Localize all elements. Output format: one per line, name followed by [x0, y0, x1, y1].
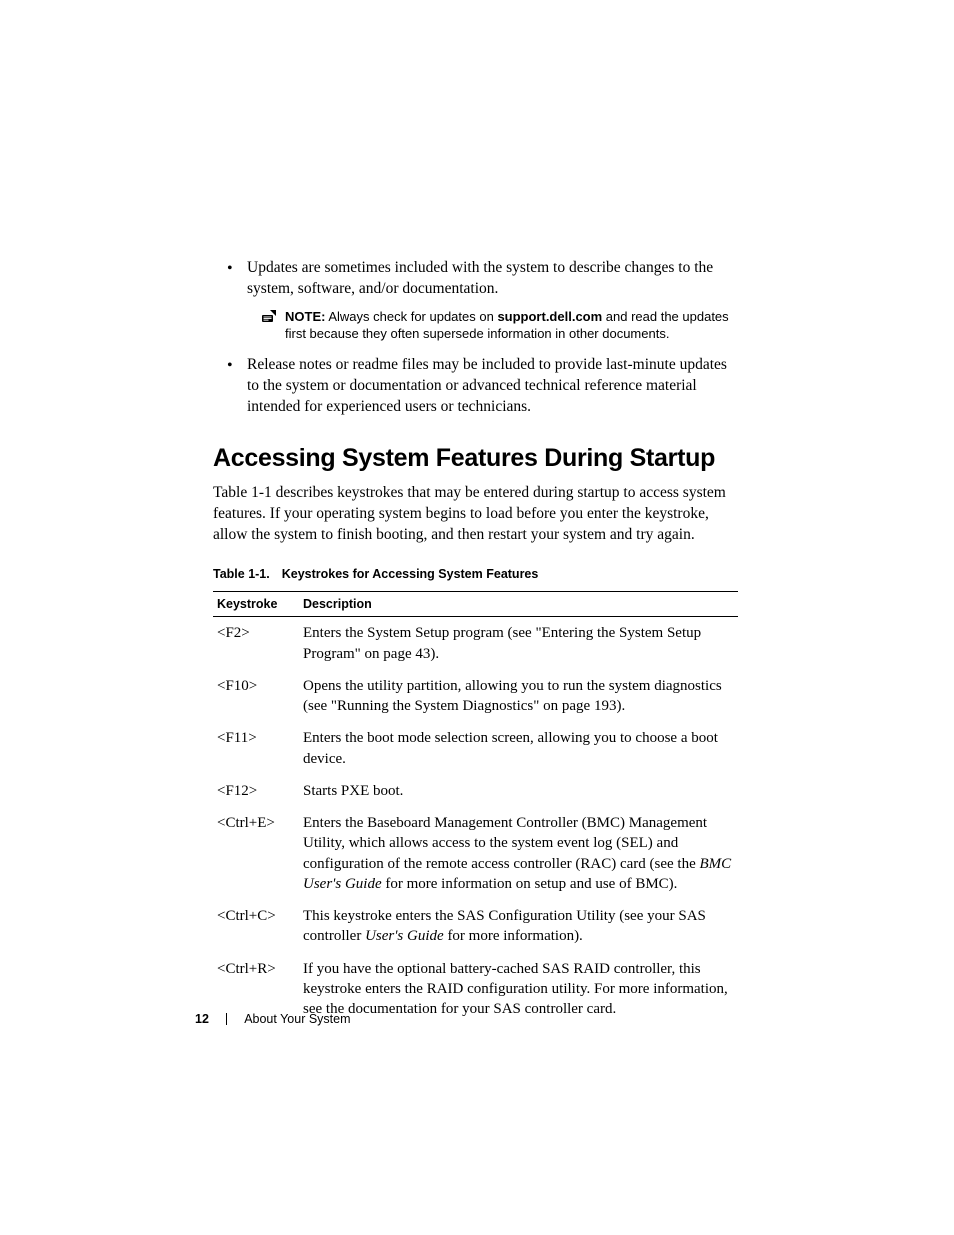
cell-keystroke: <F11>	[213, 722, 299, 775]
bullet-text: Release notes or readme files may be inc…	[247, 356, 727, 415]
table-header-row: Keystroke Description	[213, 592, 738, 617]
cell-description: Starts PXE boot.	[299, 775, 738, 807]
cell-keystroke: <F12>	[213, 775, 299, 807]
note-icon	[261, 308, 285, 343]
cell-keystroke: <Ctrl+E>	[213, 807, 299, 900]
table-row: <F2> Enters the System Setup program (se…	[213, 617, 738, 670]
note-pre: Always check for updates on	[325, 309, 497, 324]
cell-description: Opens the utility partition, allowing yo…	[299, 670, 738, 723]
cell-description: Enters the boot mode selection screen, a…	[299, 722, 738, 775]
cell-keystroke: <F2>	[213, 617, 299, 670]
note-text: NOTE: Always check for updates on suppor…	[285, 308, 738, 343]
page-number: 12	[195, 1012, 209, 1026]
cell-keystroke: <F10>	[213, 670, 299, 723]
desc-post: for more information).	[444, 928, 583, 944]
section-heading: Accessing System Features During Startup	[213, 444, 738, 473]
note-block: NOTE: Always check for updates on suppor…	[261, 308, 738, 343]
footer-separator	[226, 1013, 227, 1025]
note-label: NOTE:	[285, 309, 325, 324]
note-link: support.dell.com	[497, 309, 602, 324]
bullet-list: Updates are sometimes included with the …	[213, 258, 738, 418]
bullet-text: Updates are sometimes included with the …	[247, 259, 713, 297]
table-row: <F11> Enters the boot mode selection scr…	[213, 722, 738, 775]
table-row: <F12> Starts PXE boot.	[213, 775, 738, 807]
table-caption: Table 1-1. Keystrokes for Accessing Syste…	[213, 567, 738, 581]
cell-description: Enters the System Setup program (see "En…	[299, 617, 738, 670]
bullet-item: Updates are sometimes included with the …	[233, 258, 738, 343]
desc-post: for more information on setup and use of…	[382, 876, 678, 892]
table-row: <Ctrl+E> Enters the Baseboard Management…	[213, 807, 738, 900]
page-footer: 12 About Your System	[195, 1012, 351, 1026]
desc-pre: Enters the Baseboard Management Controll…	[303, 815, 707, 872]
table-header-keystroke: Keystroke	[213, 592, 299, 617]
table-row: <F10> Opens the utility partition, allow…	[213, 670, 738, 723]
keystroke-table: Keystroke Description <F2> Enters the Sy…	[213, 591, 738, 1025]
bullet-item: Release notes or readme files may be inc…	[233, 355, 738, 418]
table-caption-title: Keystrokes for Accessing System Features	[282, 567, 539, 581]
table-header-description: Description	[299, 592, 738, 617]
cell-description: Enters the Baseboard Management Controll…	[299, 807, 738, 900]
cell-description: If you have the optional battery-cached …	[299, 953, 738, 1026]
page-content: Updates are sometimes included with the …	[213, 258, 738, 1025]
cell-keystroke: <Ctrl+C>	[213, 900, 299, 953]
desc-italic: User's Guide	[365, 928, 444, 944]
footer-section: About Your System	[244, 1012, 350, 1026]
table-row: <Ctrl+C> This keystroke enters the SAS C…	[213, 900, 738, 953]
table-caption-label: Table 1-1.	[213, 567, 270, 581]
intro-paragraph: Table 1-1 describes keystrokes that may …	[213, 483, 738, 546]
cell-description: This keystroke enters the SAS Configurat…	[299, 900, 738, 953]
